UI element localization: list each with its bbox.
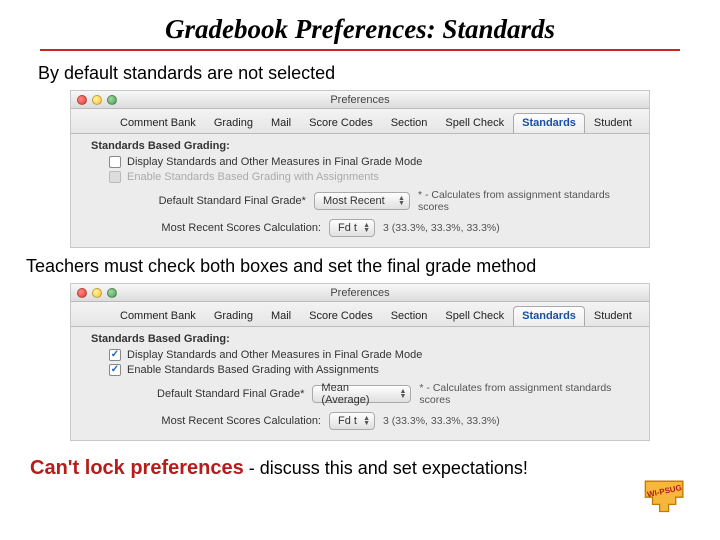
caption-default: By default standards are not selected <box>0 59 720 90</box>
tab-grading[interactable]: Grading <box>205 113 262 133</box>
warning-lead: Can't lock preferences <box>30 457 244 479</box>
select-value: Fd t <box>338 415 357 427</box>
label-recent-calc: Most Recent Scores Calculation: <box>91 415 321 427</box>
tab-score-codes[interactable]: Score Codes <box>300 113 382 133</box>
chevron-updown-icon: ▲▼ <box>398 196 405 206</box>
tab-student[interactable]: Student <box>585 113 641 133</box>
label-display-standards: Display Standards and Other Measures in … <box>127 349 422 361</box>
note-calculates: * - Calculates from assignment standards… <box>418 189 629 213</box>
checkbox-display-standards[interactable] <box>109 349 121 361</box>
chevron-updown-icon: ▲▼ <box>399 389 406 399</box>
checkbox-enable-standards[interactable] <box>109 364 121 376</box>
label-enable-standards: Enable Standards Based Grading with Assi… <box>127 171 379 183</box>
select-default-final-grade[interactable]: Mean (Average) ▲▼ <box>312 385 411 403</box>
tab-comment-bank[interactable]: Comment Bank <box>111 113 205 133</box>
select-value: Fd t <box>338 222 357 234</box>
label-default-final-grade: Default Standard Final Grade* <box>91 388 304 400</box>
section-heading: Standards Based Grading: <box>91 333 629 345</box>
titlebar: Preferences <box>71 284 649 302</box>
tab-score-codes[interactable]: Score Codes <box>300 306 382 326</box>
tab-student[interactable]: Student <box>585 306 641 326</box>
label-display-standards: Display Standards and Other Measures in … <box>127 156 422 168</box>
note-percents: 3 (33.3%, 33.3%, 33.3%) <box>383 222 500 234</box>
prefs-window-unchecked: Preferences Comment Bank Grading Mail Sc… <box>70 90 650 248</box>
titlebar: Preferences <box>71 91 649 109</box>
checkbox-display-standards[interactable] <box>109 156 121 168</box>
window-title: Preferences <box>71 94 649 106</box>
wi-psug-logo: WI-PSUG <box>638 474 692 524</box>
label-recent-calc: Most Recent Scores Calculation: <box>91 222 321 234</box>
tab-comment-bank[interactable]: Comment Bank <box>111 306 205 326</box>
label-default-final-grade: Default Standard Final Grade* <box>91 195 306 207</box>
note-calculates: * - Calculates from assignment standards… <box>419 382 629 406</box>
prefs-window-checked: Preferences Comment Bank Grading Mail Sc… <box>70 283 650 441</box>
chevron-updown-icon: ▲▼ <box>363 416 370 426</box>
tab-mail[interactable]: Mail <box>262 306 300 326</box>
tab-section[interactable]: Section <box>382 113 437 133</box>
zoom-icon[interactable] <box>107 95 117 105</box>
tab-standards[interactable]: Standards <box>513 113 585 133</box>
select-default-final-grade[interactable]: Most Recent ▲▼ <box>314 192 410 210</box>
note-percents: 3 (33.3%, 33.3%, 33.3%) <box>383 415 500 427</box>
minimize-icon[interactable] <box>92 288 102 298</box>
select-recent-calc[interactable]: Fd t ▲▼ <box>329 219 375 237</box>
tab-spell-check[interactable]: Spell Check <box>436 306 513 326</box>
window-title: Preferences <box>71 287 649 299</box>
tab-grading[interactable]: Grading <box>205 306 262 326</box>
close-icon[interactable] <box>77 288 87 298</box>
slide-title: Gradebook Preferences: Standards <box>40 0 680 51</box>
tabbar: Comment Bank Grading Mail Score Codes Se… <box>71 302 649 327</box>
section-heading: Standards Based Grading: <box>91 140 629 152</box>
tab-standards[interactable]: Standards <box>513 306 585 326</box>
minimize-icon[interactable] <box>92 95 102 105</box>
tab-spell-check[interactable]: Spell Check <box>436 113 513 133</box>
select-recent-calc[interactable]: Fd t ▲▼ <box>329 412 375 430</box>
checkbox-enable-standards[interactable] <box>109 171 121 183</box>
tab-mail[interactable]: Mail <box>262 113 300 133</box>
chevron-updown-icon: ▲▼ <box>363 223 370 233</box>
label-enable-standards: Enable Standards Based Grading with Assi… <box>127 364 379 376</box>
close-icon[interactable] <box>77 95 87 105</box>
select-value: Mean (Average) <box>321 382 393 406</box>
warning-rest: - discuss this and set expectations! <box>249 458 528 478</box>
zoom-icon[interactable] <box>107 288 117 298</box>
select-value: Most Recent <box>323 195 385 207</box>
caption-mustcheck: Teachers must check both boxes and set t… <box>0 252 720 283</box>
tab-section[interactable]: Section <box>382 306 437 326</box>
caption-warning: Can't lock preferences - discuss this an… <box>0 445 720 488</box>
tabbar: Comment Bank Grading Mail Score Codes Se… <box>71 109 649 134</box>
